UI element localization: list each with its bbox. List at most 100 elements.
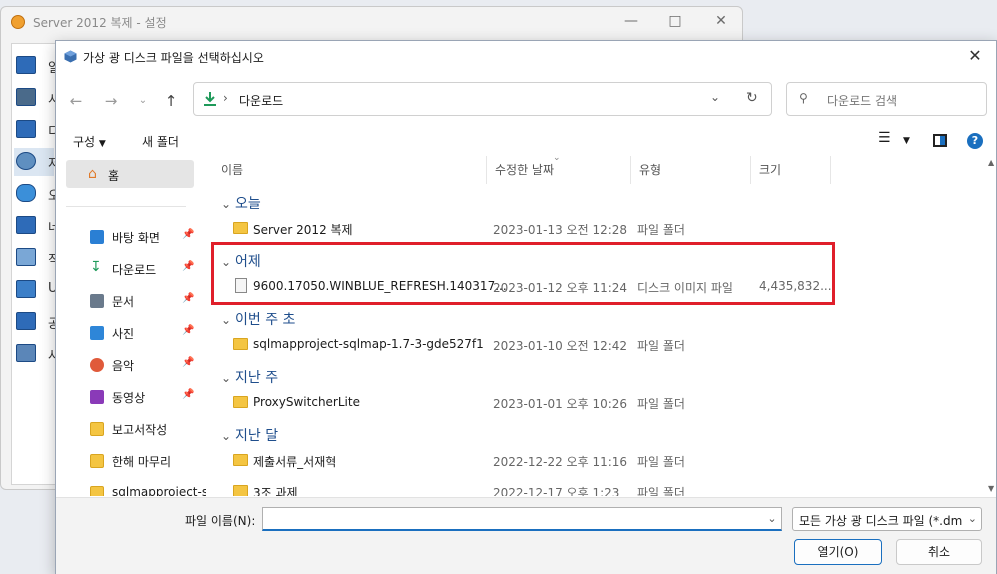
filter-dropdown-icon: ⌄ — [967, 512, 977, 525]
nav-item-folder[interactable]: 보고서작성 — [66, 414, 196, 444]
view-options-icon[interactable]: ☰ — [878, 130, 891, 146]
file-row[interactable]: 제출서류_서재혁 2022-12-22 오후 11:16 파일 폴더 — [213, 448, 833, 474]
file-open-dialog: 가상 광 디스크 파일을 선택하십시오 ✕ ← → ⌄ ↑ › 다운로드 ⌄ ↻… — [55, 40, 997, 574]
back-arrow-icon[interactable]: ← — [65, 90, 87, 112]
video-icon — [90, 390, 104, 404]
recent-locations-chevron-icon[interactable]: ⌄ — [132, 90, 154, 112]
dialog-close-icon[interactable]: ✕ — [960, 45, 990, 67]
open-button[interactable]: 열기(O) — [794, 539, 882, 565]
settings-category-audio[interactable]: 오 — [14, 180, 60, 208]
close-icon[interactable]: ✕ — [701, 11, 741, 33]
filename-input[interactable] — [262, 507, 782, 531]
settings-category-general[interactable]: 일 — [14, 52, 60, 80]
file-list-scrollbar[interactable]: ▲ ▼ — [988, 156, 996, 496]
refresh-icon[interactable]: ↻ — [746, 90, 758, 106]
background-window-title: Server 2012 복제 - 설정 — [33, 16, 167, 30]
settings-category-system[interactable]: 시 — [14, 84, 60, 112]
nav-item-videos[interactable]: 동영상 📌 — [66, 382, 196, 412]
settings-category-usb[interactable]: U — [14, 276, 58, 304]
cancel-button[interactable]: 취소 — [896, 539, 982, 565]
group-header-last-month[interactable]: ⌄ 지난 달 — [221, 425, 278, 445]
folder-icon — [90, 454, 104, 468]
document-icon — [90, 294, 104, 308]
help-icon[interactable]: ? — [967, 133, 983, 149]
virtualbox-logo-icon — [11, 15, 25, 29]
up-arrow-icon[interactable]: ↑ — [160, 90, 182, 112]
nav-item-desktop[interactable]: 바탕 화면 📌 — [66, 222, 196, 252]
nav-item-home[interactable]: ⌂ 홈 — [66, 160, 194, 188]
folder-icon — [90, 422, 104, 436]
address-history-chevron-icon[interactable]: ⌄ — [710, 90, 720, 104]
user-interface-icon — [16, 344, 36, 362]
forward-arrow-icon[interactable]: → — [100, 90, 122, 112]
nav-item-documents[interactable]: 문서 📌 — [66, 286, 196, 316]
group-header-today[interactable]: ⌄ 오늘 — [221, 193, 261, 213]
background-titlebar: Server 2012 복제 - 설정 — □ ✕ — [1, 7, 742, 37]
nav-item-pictures[interactable]: 사진 📌 — [66, 318, 196, 348]
maximize-icon[interactable]: □ — [655, 11, 695, 33]
settings-category-network[interactable]: 네 — [14, 212, 60, 240]
view-dropdown-icon[interactable]: ▼ — [903, 136, 910, 146]
column-header-size[interactable]: 크기 — [751, 156, 831, 184]
nav-pane-scrollbar[interactable] — [206, 156, 212, 496]
nav-item-folder[interactable]: sqlmapproject-s — [66, 478, 206, 496]
serial-port-icon — [16, 248, 36, 266]
settings-category-serial[interactable]: 직 — [14, 244, 60, 272]
nav-divider — [66, 206, 186, 207]
download-icon: ↧ — [90, 259, 102, 275]
column-header-name[interactable]: 이름 — [213, 156, 487, 184]
filename-dropdown-icon[interactable]: ⌄ — [761, 507, 783, 531]
display-icon — [16, 120, 36, 138]
download-arrow-icon — [202, 90, 218, 108]
filename-label: 파일 이름(N): — [185, 514, 256, 528]
column-header-type[interactable]: 유형 — [631, 156, 751, 184]
pin-icon: 📌 — [182, 293, 195, 304]
home-icon: ⌂ — [88, 166, 97, 182]
minimize-icon[interactable]: — — [611, 11, 651, 33]
folder-icon — [233, 338, 248, 350]
file-type-filter-select[interactable]: 모든 가상 광 디스크 파일 (*.dm ⌄ — [792, 507, 982, 531]
settings-category-user-interface[interactable]: 사 — [14, 340, 60, 368]
nav-item-folder[interactable]: 한해 마무리 — [66, 446, 196, 476]
search-placeholder: 다운로드 검색 — [827, 94, 898, 108]
search-box[interactable]: ⚲ 다운로드 검색 — [786, 82, 987, 116]
breadcrumb-separator-icon: › — [223, 91, 228, 105]
nav-item-music[interactable]: 음악 📌 — [66, 350, 196, 380]
group-header-earlier-this-week[interactable]: ⌄ 이번 주 초 — [221, 309, 295, 329]
pin-icon: 📌 — [182, 389, 195, 400]
folder-icon — [233, 485, 248, 496]
usb-icon — [16, 280, 36, 298]
nav-home-label: 홈 — [108, 169, 120, 183]
file-row[interactable]: sqlmapproject-sqlmap-1.7-3-gde527f1 2023… — [213, 332, 833, 358]
organize-button[interactable]: 구성 ▼ — [73, 133, 106, 150]
pin-icon: 📌 — [182, 229, 195, 240]
system-icon — [16, 88, 36, 106]
settings-category-display[interactable]: 디 — [14, 116, 60, 144]
file-row[interactable]: 3조 과제 2022-12-17 오후 1:23 파일 폴더 — [213, 479, 833, 496]
scroll-down-icon[interactable]: ▼ — [988, 484, 994, 493]
sort-chevron-icon: ⌄ — [553, 156, 561, 163]
shared-folder-icon — [16, 312, 36, 330]
group-collapse-chevron-icon: ⌄ — [221, 371, 232, 385]
group-collapse-chevron-icon: ⌄ — [221, 313, 232, 327]
group-collapse-chevron-icon: ⌄ — [221, 429, 232, 443]
preview-pane-icon[interactable] — [933, 134, 947, 147]
audio-icon — [16, 184, 36, 202]
scroll-up-icon[interactable]: ▲ — [988, 158, 994, 167]
settings-category-storage[interactable]: 저 — [14, 148, 60, 176]
new-folder-button[interactable]: 새 폴더 — [142, 133, 179, 150]
folder-icon — [233, 454, 248, 466]
column-header-date[interactable]: 수정한 날짜 ⌄ — [487, 156, 631, 184]
address-bar[interactable]: › 다운로드 ⌄ ↻ — [193, 82, 772, 116]
file-row[interactable]: ProxySwitcherLite 2023-01-01 오후 10:26 파일… — [213, 390, 833, 416]
general-icon — [16, 56, 36, 74]
organize-dropdown-icon: ▼ — [98, 139, 106, 149]
settings-category-shared-folders[interactable]: 공 — [14, 308, 60, 336]
desktop-icon — [90, 230, 104, 244]
nav-item-downloads[interactable]: ↧ 다운로드 📌 — [66, 254, 196, 284]
settings-category-list: 일 시 디 저 오 네 직 U 공 사 — [11, 43, 60, 485]
breadcrumb-current[interactable]: 다운로드 — [239, 92, 283, 109]
group-header-last-week[interactable]: ⌄ 지난 주 — [221, 367, 278, 387]
storage-icon — [16, 152, 36, 170]
file-row[interactable]: Server 2012 복제 2023-01-13 오전 12:28 파일 폴더 — [213, 216, 833, 242]
